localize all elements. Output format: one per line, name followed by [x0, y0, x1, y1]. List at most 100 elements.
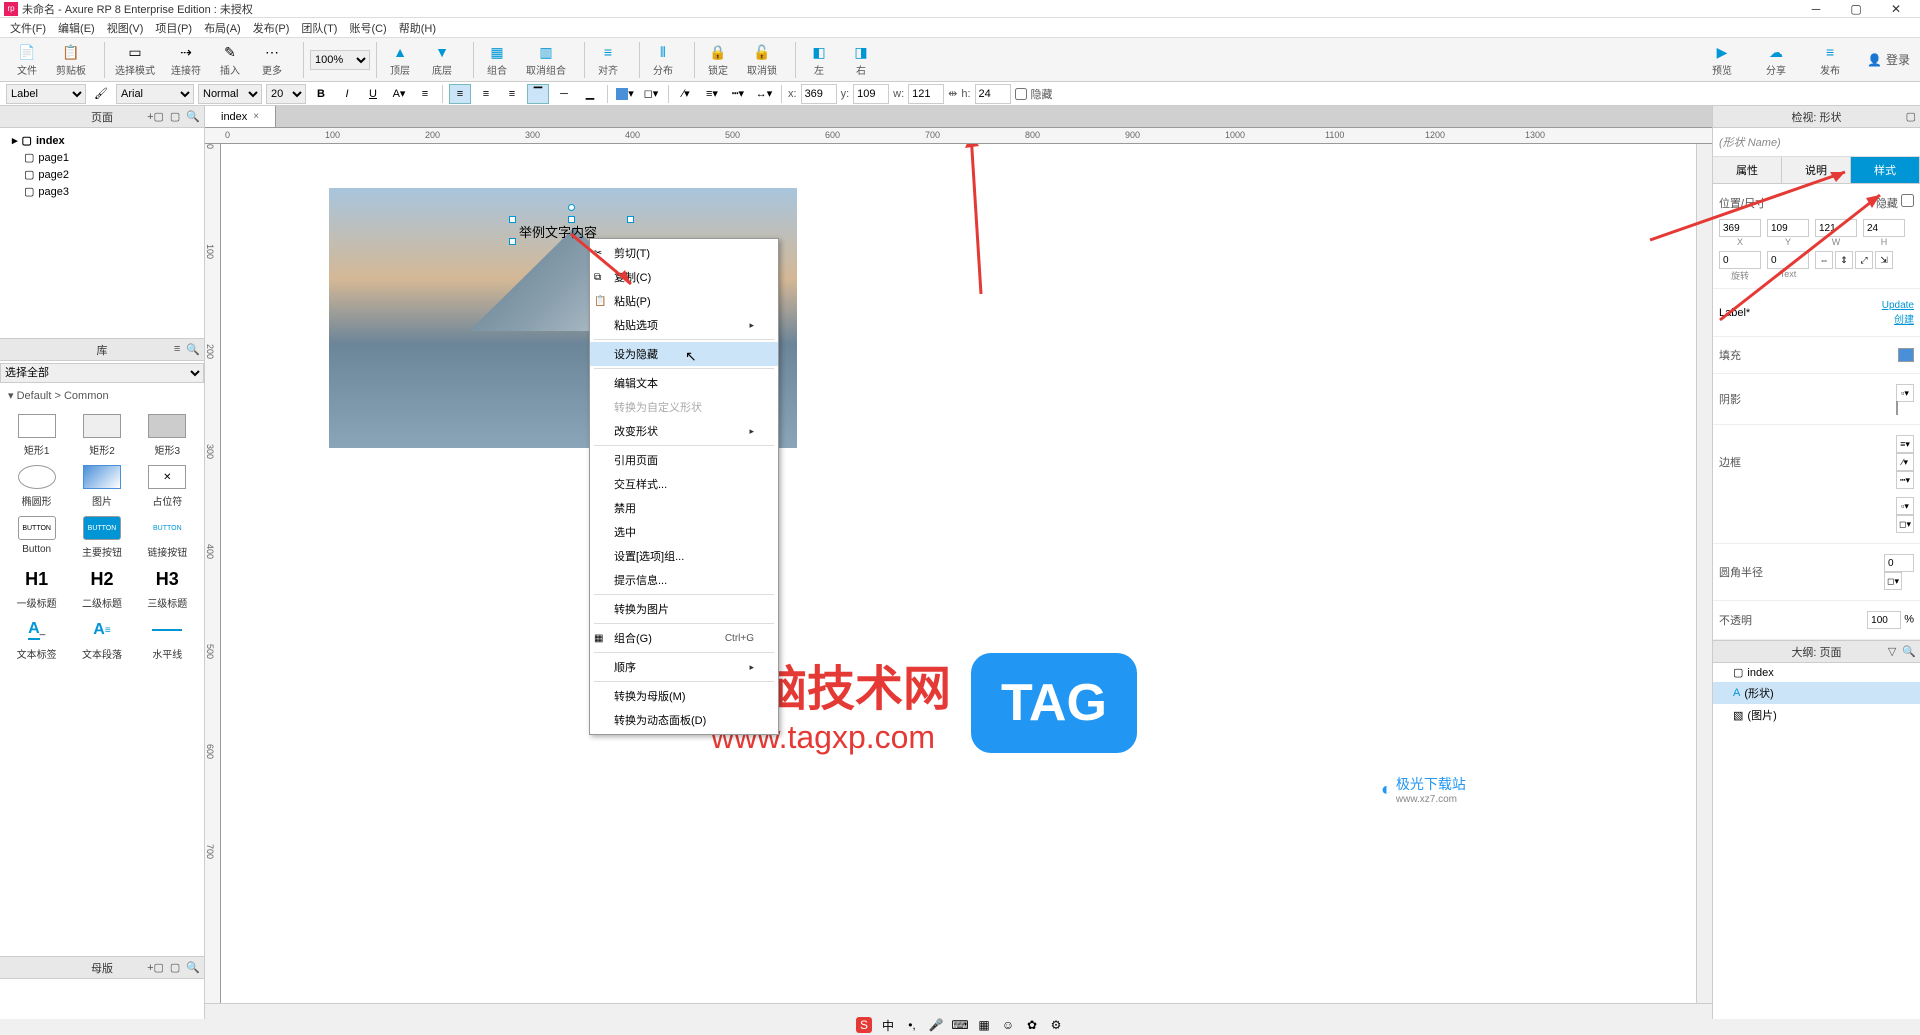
- h-input[interactable]: [975, 84, 1011, 104]
- outline-item-index[interactable]: ▢index: [1713, 663, 1920, 682]
- publish-icon[interactable]: ≡: [1817, 42, 1843, 62]
- selection-handle[interactable]: [568, 216, 575, 223]
- bold-button[interactable]: B: [310, 84, 332, 104]
- dock-left-icon[interactable]: ◧: [806, 42, 832, 62]
- zoom-select[interactable]: 100%: [310, 50, 370, 70]
- menu-account[interactable]: 账号(C): [343, 20, 392, 36]
- login-button[interactable]: 👤登录: [1867, 42, 1910, 77]
- library-item[interactable]: 矩形3: [139, 414, 196, 457]
- connector-icon[interactable]: ⇢: [173, 42, 199, 62]
- valign-bottom-button[interactable]: ▁: [579, 84, 601, 104]
- menu-view[interactable]: 视图(V): [101, 20, 150, 36]
- update-style-link[interactable]: Update: [1882, 300, 1914, 311]
- hidden-checkbox-right[interactable]: [1901, 194, 1914, 207]
- add-page-icon[interactable]: +▢: [147, 110, 164, 123]
- minimize-button[interactable]: ─: [1796, 0, 1836, 18]
- context-menu-item[interactable]: 设置[选项]组...: [590, 544, 778, 568]
- size-h-input[interactable]: [1863, 219, 1905, 237]
- widget-name-input[interactable]: (形状 Name): [1713, 128, 1920, 157]
- tray-icon[interactable]: ⌨: [952, 1017, 968, 1033]
- library-item[interactable]: 矩形1: [8, 414, 65, 457]
- menu-file[interactable]: 文件(F): [4, 20, 52, 36]
- lib-menu-icon[interactable]: ≡: [174, 343, 180, 356]
- create-style-link[interactable]: 创建: [1894, 315, 1914, 326]
- page-item-page3[interactable]: ▢page3: [4, 183, 200, 200]
- preview-icon[interactable]: ▶: [1709, 42, 1735, 62]
- tab-properties[interactable]: 属性: [1713, 157, 1782, 183]
- radius-corners-button[interactable]: ◻▾: [1884, 572, 1902, 590]
- font-select[interactable]: Arial: [116, 84, 194, 104]
- menu-help[interactable]: 帮助(H): [393, 20, 442, 36]
- font-weight-select[interactable]: Normal: [198, 84, 262, 104]
- library-group-label[interactable]: ▾ Default > Common: [0, 385, 204, 406]
- library-item[interactable]: 矩形2: [73, 414, 130, 457]
- library-item[interactable]: BUTTON主要按钮: [73, 516, 130, 559]
- select-mode-icon[interactable]: ▭: [122, 42, 148, 62]
- tray-icon[interactable]: ☺: [1000, 1017, 1016, 1033]
- y-input[interactable]: [853, 84, 889, 104]
- context-menu-item[interactable]: 转换为母版(M): [590, 684, 778, 708]
- arrow-button[interactable]: ↔▾: [753, 84, 775, 104]
- selection-handle[interactable]: [509, 238, 516, 245]
- distribute-icon[interactable]: ⫴: [650, 42, 676, 62]
- search-icon[interactable]: 🔍: [186, 110, 200, 123]
- align-center-button[interactable]: ≡: [475, 84, 497, 104]
- tray-icon[interactable]: 🎤: [928, 1017, 944, 1033]
- library-item[interactable]: 水平线: [139, 618, 196, 661]
- canvas-tab[interactable]: index×: [205, 106, 276, 127]
- align-icon[interactable]: ≡: [595, 42, 621, 62]
- context-menu-item[interactable]: ✂剪切(T): [590, 241, 778, 265]
- menu-layout[interactable]: 布局(A): [198, 20, 247, 36]
- flip-v-icon[interactable]: ⇕: [1835, 251, 1853, 269]
- close-button[interactable]: ✕: [1876, 0, 1916, 18]
- context-menu-item[interactable]: 转换为动态面板(D): [590, 708, 778, 732]
- more-icon[interactable]: ⋯: [259, 42, 285, 62]
- pos-x-input[interactable]: [1719, 219, 1761, 237]
- context-menu-item[interactable]: 改变形状▸: [590, 419, 778, 443]
- context-menu-item[interactable]: 编辑文本: [590, 371, 778, 395]
- context-menu-item[interactable]: 转换为图片: [590, 597, 778, 621]
- pen-icon[interactable]: ✎: [217, 42, 243, 62]
- border-vis-button[interactable]: ▫▾: [1896, 497, 1914, 515]
- w-input[interactable]: [908, 84, 944, 104]
- vertical-scrollbar[interactable]: [1696, 144, 1712, 1003]
- library-item[interactable]: A_文本标签: [8, 618, 65, 661]
- lock-icon[interactable]: 🔒: [705, 42, 731, 62]
- tray-icon[interactable]: ✿: [1024, 1017, 1040, 1033]
- library-item[interactable]: ✕占位符: [139, 465, 196, 508]
- fill-color-button[interactable]: ▾: [614, 84, 636, 104]
- add-master-icon[interactable]: +▢: [147, 961, 164, 974]
- search-icon[interactable]: 🔍: [186, 961, 200, 974]
- border-color-button[interactable]: ∕▾: [1896, 453, 1914, 471]
- library-item[interactable]: 椭圆形: [8, 465, 65, 508]
- fit-icon[interactable]: ⇲: [1875, 251, 1893, 269]
- rotation-handle[interactable]: [568, 204, 575, 211]
- valign-top-button[interactable]: ▔: [527, 84, 549, 104]
- context-menu-item[interactable]: 禁用: [590, 496, 778, 520]
- rotate-input[interactable]: [1719, 251, 1761, 269]
- menu-publish[interactable]: 发布(P): [247, 20, 296, 36]
- file-icon[interactable]: 📄: [14, 42, 40, 62]
- flip-h-icon[interactable]: ⇔: [1815, 251, 1833, 269]
- front-icon[interactable]: ▲: [387, 42, 413, 62]
- tray-icon[interactable]: •,: [904, 1017, 920, 1033]
- library-select[interactable]: 选择全部: [0, 363, 204, 383]
- ungroup-icon[interactable]: ▥: [533, 42, 559, 62]
- unlock-icon[interactable]: 🔓: [749, 42, 775, 62]
- context-menu-item[interactable]: 提示信息...: [590, 568, 778, 592]
- opacity-input[interactable]: [1867, 611, 1901, 629]
- add-folder-icon[interactable]: ▢: [170, 110, 180, 123]
- context-menu-item[interactable]: ⧉复制(C): [590, 265, 778, 289]
- font-color-button[interactable]: A▾: [388, 84, 410, 104]
- fill-color-swatch[interactable]: [1898, 348, 1914, 362]
- library-item[interactable]: BUTTON链接按钮: [139, 516, 196, 559]
- line-style-button[interactable]: ┅▾: [727, 84, 749, 104]
- page-item-page1[interactable]: ▢page1: [4, 149, 200, 166]
- size-w-input[interactable]: [1815, 219, 1857, 237]
- underline-button[interactable]: U: [362, 84, 384, 104]
- canvas[interactable]: 举例文字内容 ✂剪切(T)⧉复制(C)📋粘贴(P)粘贴选项▸设为隐藏编辑文本转换…: [221, 144, 1712, 1003]
- selection-handle[interactable]: [509, 216, 516, 223]
- pos-y-input[interactable]: [1767, 219, 1809, 237]
- style-select[interactable]: Label: [6, 84, 86, 104]
- tray-icon[interactable]: ▦: [976, 1017, 992, 1033]
